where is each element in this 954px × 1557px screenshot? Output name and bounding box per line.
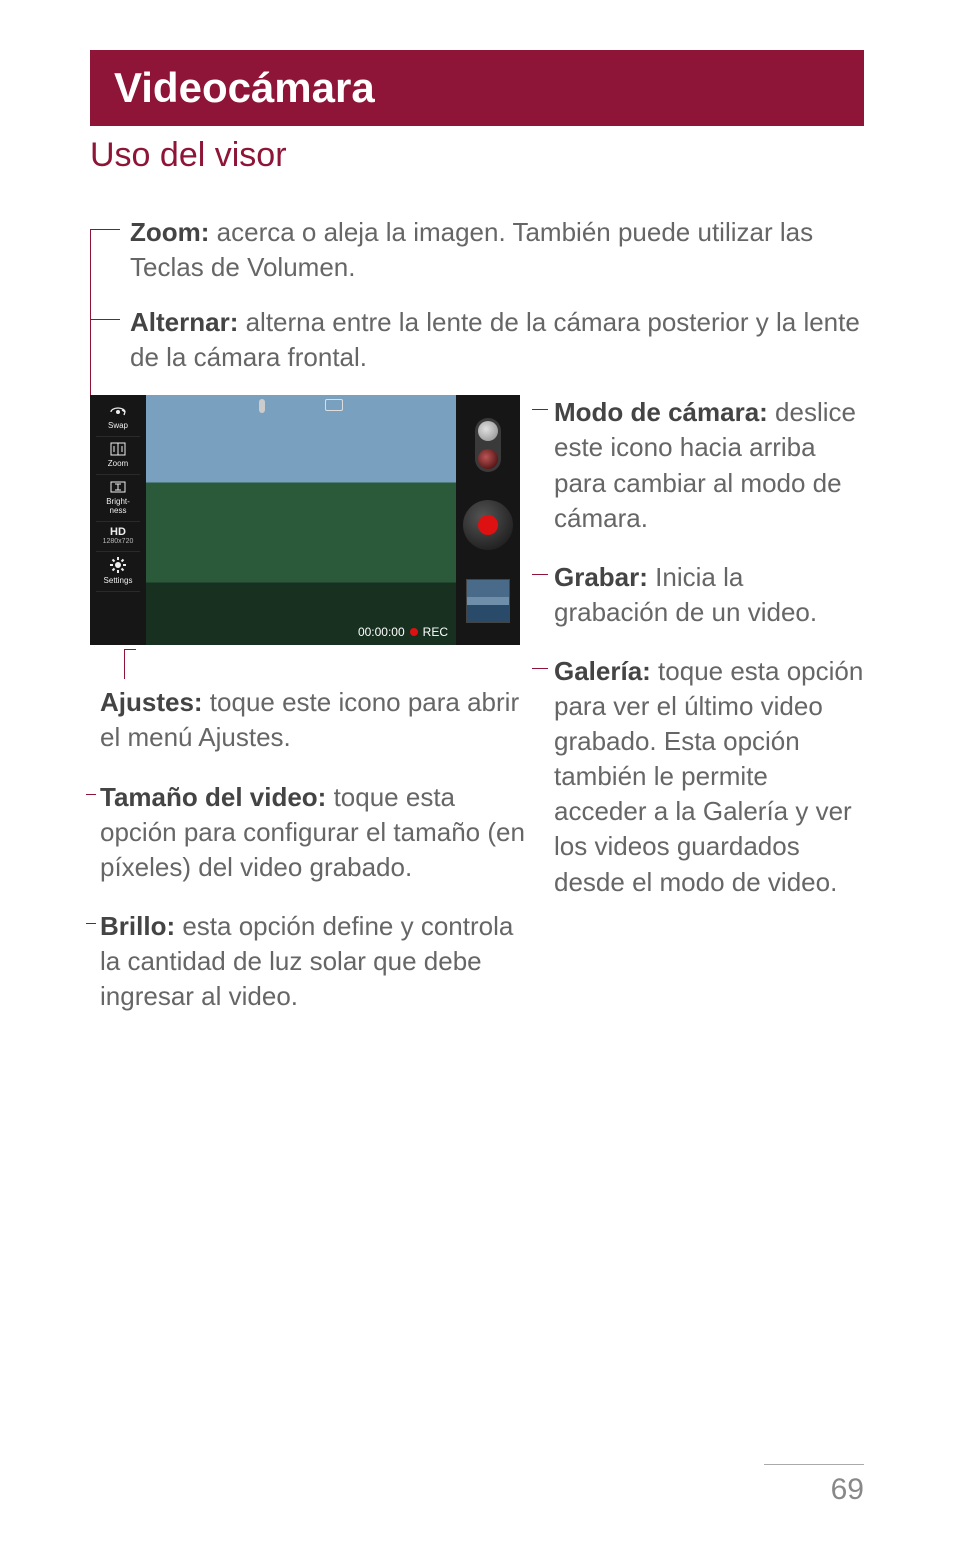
rec-label: REC bbox=[423, 625, 448, 639]
label-galeria: Galería: bbox=[554, 656, 651, 686]
page-number: 69 bbox=[764, 1464, 864, 1507]
label-tamano: Tamaño del video: bbox=[100, 782, 326, 812]
text-alternar: alterna entre la lente de la cámara post… bbox=[130, 307, 860, 372]
zoom-icon[interactable]: Zoom bbox=[96, 437, 140, 475]
settings-icon[interactable]: Settings bbox=[96, 552, 140, 592]
page-title-bar: Videocámara bbox=[90, 50, 864, 126]
zoom-slider-icon bbox=[259, 399, 265, 413]
def-tamano: Tamaño del video: toque esta opción para… bbox=[100, 780, 530, 885]
gallery-button[interactable] bbox=[466, 579, 510, 623]
text-galeria: toque esta opción para ver el último vid… bbox=[554, 656, 863, 897]
rec-dot-icon bbox=[410, 628, 418, 636]
camcorder-sidebar-left: Swap Zoom Bright- ness HD 1280x720 bbox=[90, 395, 146, 645]
def-grabar: Grabar: Inicia la grabación de un video. bbox=[554, 560, 864, 630]
camera-mode-icon bbox=[478, 421, 498, 441]
record-button[interactable] bbox=[463, 500, 513, 550]
brightness-icon[interactable]: Bright- ness bbox=[96, 475, 140, 522]
page-title: Videocámara bbox=[114, 64, 375, 111]
flash-indicator-icon bbox=[325, 399, 343, 411]
page-subtitle: Uso del visor bbox=[90, 136, 864, 175]
video-size-icon[interactable]: HD 1280x720 bbox=[96, 522, 140, 552]
camcorder-sidebar-right bbox=[456, 395, 520, 645]
camera-mode-switch[interactable] bbox=[475, 418, 501, 472]
def-galeria: Galería: toque esta opción para ver el ú… bbox=[554, 654, 864, 900]
label-modo-camara: Modo de cámara: bbox=[554, 397, 768, 427]
viewfinder: 00:00:00 REC bbox=[146, 395, 456, 645]
camcorder-screenshot: Swap Zoom Bright- ness HD 1280x720 bbox=[90, 395, 520, 645]
rec-timer: 00:00:00 bbox=[358, 625, 405, 639]
def-brillo: Brillo: esta opción define y controla la… bbox=[100, 909, 530, 1014]
text-zoom: acerca o aleja la imagen. También puede … bbox=[130, 217, 813, 282]
label-grabar: Grabar: bbox=[554, 562, 648, 592]
def-modo-camara: Modo de cámara: deslice este icono hacia… bbox=[554, 395, 864, 535]
label-ajustes: Ajustes: bbox=[100, 687, 203, 717]
label-brillo: Brillo: bbox=[100, 911, 175, 941]
def-alternar: Alternar: alterna entre la lente de la c… bbox=[130, 305, 864, 375]
record-dot-icon bbox=[478, 515, 498, 535]
def-zoom: Zoom: acerca o aleja la imagen. También … bbox=[130, 215, 864, 285]
def-ajustes: Ajustes: toque este icono para abrir el … bbox=[100, 685, 530, 755]
label-zoom: Zoom: bbox=[130, 217, 209, 247]
swap-icon[interactable]: Swap bbox=[96, 401, 140, 437]
video-mode-icon bbox=[478, 449, 498, 469]
label-alternar: Alternar: bbox=[130, 307, 238, 337]
